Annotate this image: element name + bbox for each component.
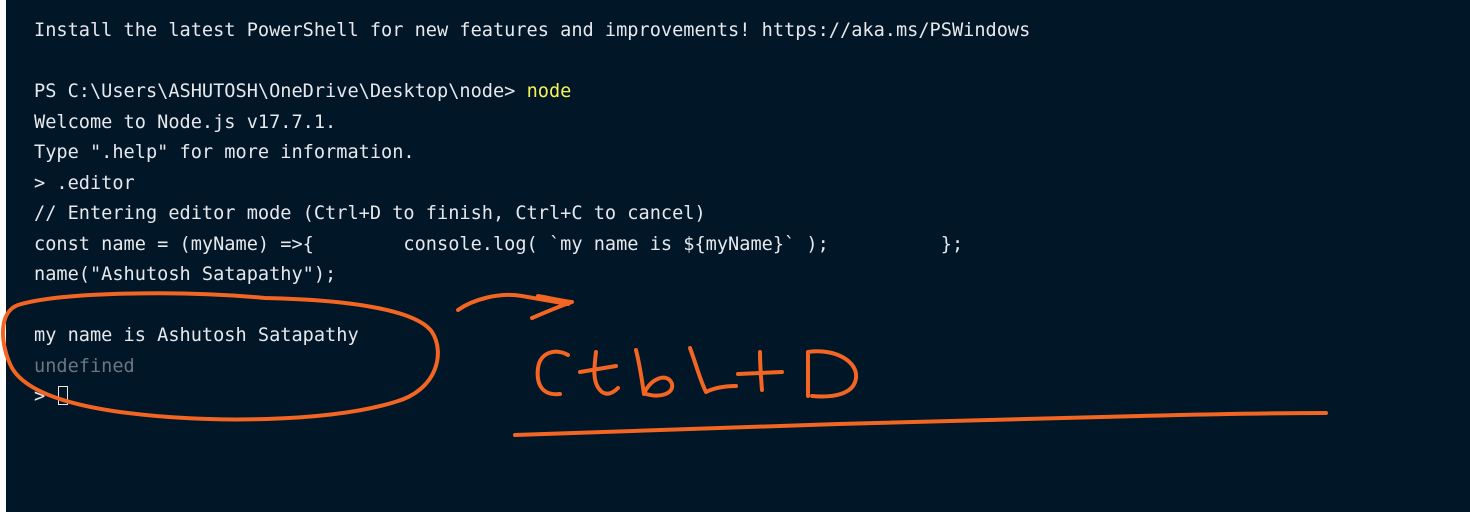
prompt-command: node xyxy=(526,81,572,102)
code-line-1: const name = (myName) =>{ console.log( `… xyxy=(34,233,964,255)
output-line: my name is Ashutosh Satapathy xyxy=(34,325,359,346)
welcome-line: Welcome to Node.js v17.7.1. xyxy=(34,111,337,133)
blank-line xyxy=(34,47,1030,78)
input-prompt-line[interactable]: > xyxy=(34,382,1030,413)
help-hint-line: Type ".help" for more information. xyxy=(34,142,415,163)
editor-mode-line: // Entering editor mode (Ctrl+D to finis… xyxy=(34,203,706,224)
prompt-line: PS C:\Users\ASHUTOSH\OneDrive\Desktop\no… xyxy=(34,77,1030,108)
code-line-2: name("Ashutosh Satapathy"); xyxy=(34,264,337,285)
repl-prompt: > xyxy=(34,386,57,407)
blank-line xyxy=(34,291,1030,322)
prompt-path: PS C:\Users\ASHUTOSH\OneDrive\Desktop\no… xyxy=(34,81,527,102)
terminal-output: Install the latest PowerShell for new fe… xyxy=(34,16,1030,413)
editor-command-line: > .editor xyxy=(34,172,135,194)
install-notice: Install the latest PowerShell for new fe… xyxy=(34,20,1031,41)
text-cursor[interactable] xyxy=(58,386,69,405)
terminal-window[interactable]: Install the latest PowerShell for new fe… xyxy=(6,0,1470,512)
return-value-line: undefined xyxy=(34,355,135,377)
